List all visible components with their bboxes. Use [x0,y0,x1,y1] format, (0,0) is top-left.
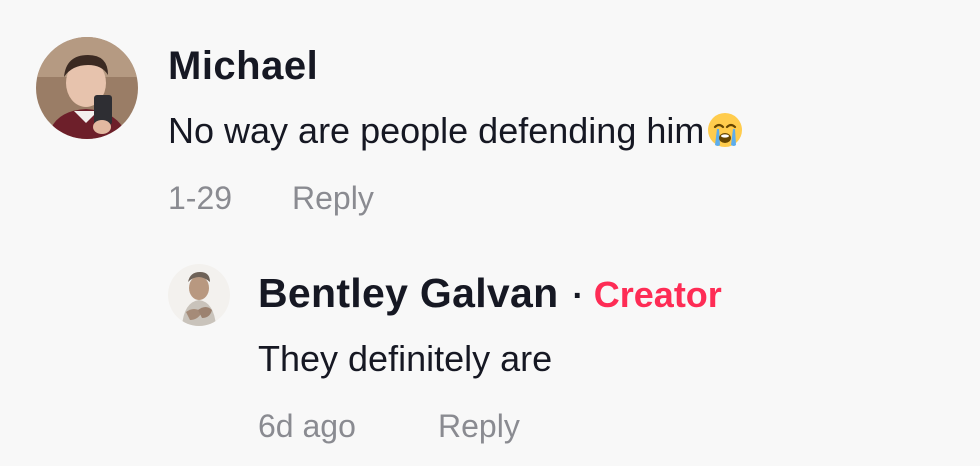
user-photo-icon [36,37,138,139]
reply-date: 6d ago [258,408,356,444]
separator-dot: · [572,277,584,315]
reply-header: Bentley Galvan · Creator [258,270,722,317]
comment-text: No way are people defending him [168,110,744,158]
reply-username[interactable]: Bentley Galvan [258,270,558,317]
comment-username[interactable]: Michael [168,44,318,89]
reply-button[interactable]: Reply [292,180,374,217]
creator-badge: Creator [593,274,722,315]
avatar[interactable] [168,264,230,326]
comment-text-body: No way are people defending him [168,110,705,151]
comment-date: 1-29 [168,180,233,216]
comment-thread: Michael No way are people defending him … [0,0,980,466]
reply-button[interactable]: Reply [438,408,520,445]
loudly-crying-face-icon [706,111,744,158]
avatar[interactable] [36,37,138,139]
user-photo-icon [168,264,230,326]
reply-text: They definitely are [258,338,553,379]
